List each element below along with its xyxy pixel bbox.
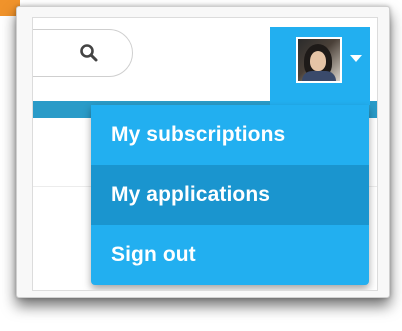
caret-down-icon[interactable] [350, 55, 362, 62]
search-box[interactable] [33, 29, 133, 77]
search-icon[interactable] [79, 43, 99, 63]
user-dropdown-menu: My subscriptions My applications Sign ou… [91, 105, 369, 285]
avatar-shirt [302, 71, 336, 81]
screenshot-frame: My subscriptions My applications Sign ou… [16, 6, 390, 298]
menu-item-sign-out[interactable]: Sign out [91, 225, 369, 285]
app-viewport: My subscriptions My applications Sign ou… [32, 17, 378, 291]
avatar-face [310, 51, 326, 71]
menu-item-my-applications[interactable]: My applications [91, 165, 369, 225]
menu-item-my-subscriptions[interactable]: My subscriptions [91, 105, 369, 165]
user-menu-toggle[interactable] [270, 27, 370, 105]
user-avatar[interactable] [296, 37, 342, 83]
